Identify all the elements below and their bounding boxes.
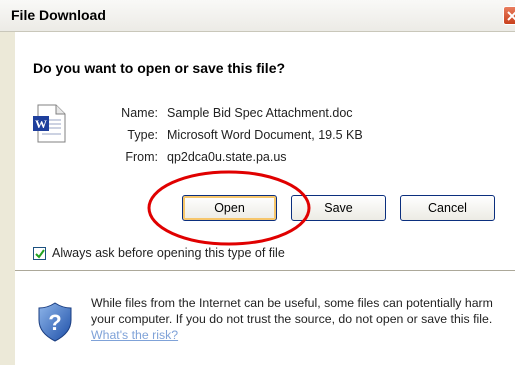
file-name: Sample Bid Spec Attachment.doc — [167, 106, 353, 120]
warning-message: While files from the Internet can be use… — [91, 295, 501, 343]
title-bar[interactable]: File Download — [0, 0, 515, 32]
save-button[interactable]: Save — [291, 195, 386, 221]
checkmark-icon — [35, 249, 45, 259]
open-button[interactable]: Open — [182, 195, 277, 221]
warning-text: While files from the Internet can be use… — [91, 296, 493, 326]
file-source: qp2dca0u.state.pa.us — [167, 150, 287, 164]
type-label: Type: — [127, 128, 158, 142]
cancel-button[interactable]: Cancel — [400, 195, 495, 221]
always-ask-checkbox[interactable] — [33, 247, 46, 260]
word-document-icon: W — [33, 104, 66, 143]
window-title: File Download — [11, 7, 106, 23]
always-ask-label[interactable]: Always ask before opening this type of f… — [52, 246, 285, 260]
svg-text:?: ? — [48, 310, 61, 335]
svg-text:W: W — [35, 117, 47, 131]
name-label: Name: — [121, 106, 158, 120]
whats-the-risk-link[interactable]: What's the risk? — [91, 328, 178, 342]
shield-question-icon: ? — [38, 302, 72, 342]
file-type: Microsoft Word Document, 19.5 KB — [167, 128, 363, 142]
file-download-dialog: File Download Do you want to open or sav… — [0, 0, 515, 365]
close-icon — [507, 11, 515, 21]
close-button[interactable] — [503, 6, 515, 25]
from-label: From: — [125, 150, 158, 164]
dialog-question: Do you want to open or save this file? — [33, 60, 286, 76]
